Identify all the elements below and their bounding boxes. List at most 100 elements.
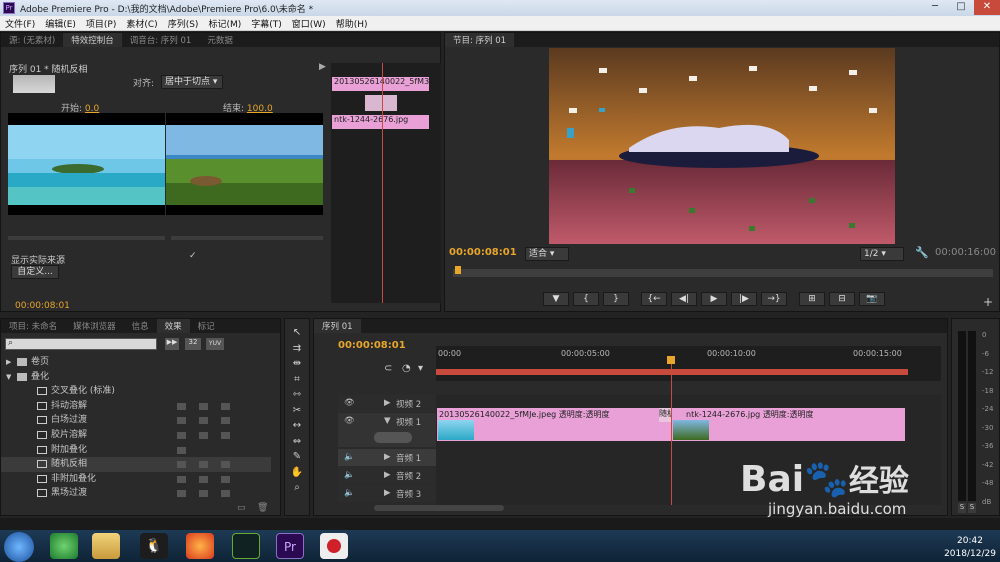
speaker-icon[interactable]: 🔈 xyxy=(344,470,355,480)
new-bin-icon[interactable]: ▭ xyxy=(237,503,246,513)
custom-button[interactable]: 自定义... xyxy=(11,265,59,279)
tab-source[interactable]: 源: (无素材) xyxy=(1,33,63,47)
camtasia-icon[interactable] xyxy=(232,533,260,559)
tab-info[interactable]: 信息 xyxy=(124,319,157,333)
tab-effect-controls[interactable]: 特效控制台 xyxy=(63,33,122,47)
timeline-playhead-line[interactable] xyxy=(671,359,672,505)
effects-item[interactable]: 非附加叠化 xyxy=(1,472,271,487)
rolling-edit-tool-icon[interactable]: ⌗ xyxy=(285,372,309,388)
menu-marker[interactable]: 标记(M) xyxy=(203,16,246,30)
tab-effects[interactable]: 效果 xyxy=(156,319,190,333)
effects-item[interactable]: 交叉叠化 (标准) xyxy=(1,384,271,399)
mini-playhead[interactable] xyxy=(382,63,383,303)
add-marker-icon[interactable]: ▾ xyxy=(418,363,423,374)
pen-tool-icon[interactable]: ✎ xyxy=(285,449,309,465)
effects-item[interactable]: 胶片溶解 xyxy=(1,428,271,443)
track-audio-1[interactable]: 🔈 ▶ 音频 1 xyxy=(338,449,436,466)
zoom-tool-icon[interactable]: ⌕ xyxy=(285,480,309,496)
tab-media-browser[interactable]: 媒体浏览器 xyxy=(65,319,124,333)
tab-project[interactable]: 项目: 未命名 xyxy=(1,319,65,333)
mini-transition[interactable] xyxy=(365,95,397,111)
maximize-button[interactable]: □ xyxy=(948,0,974,15)
close-button[interactable]: ✕ xyxy=(974,0,1000,15)
step-back-button[interactable]: ◀| xyxy=(671,292,697,306)
track-audio-3[interactable]: 🔈 ▶ 音频 3 xyxy=(338,485,436,502)
clip-b[interactable]: ntk-1244-2676.jpg 透明度:透明度 xyxy=(672,408,905,441)
collapse-arrow-icon[interactable]: ▼ xyxy=(6,370,11,385)
export-frame-button[interactable]: 📷 xyxy=(859,292,885,306)
qq-icon[interactable]: 🐧 xyxy=(140,533,168,559)
delete-icon[interactable]: 🗑 xyxy=(257,503,268,513)
solo-right-button[interactable]: S xyxy=(968,503,976,513)
yuv-effects-icon[interactable]: YUV xyxy=(206,338,224,350)
effects-item[interactable]: 随机反相 xyxy=(1,457,271,472)
accelerated-effects-icon[interactable]: ▶▶ xyxy=(165,338,179,350)
quality-dropdown[interactable]: 1/2 ▾ xyxy=(860,247,904,261)
tab-metadata[interactable]: 元数据 xyxy=(199,33,241,47)
32bit-effects-icon[interactable]: 32 xyxy=(185,338,201,350)
premiere-taskbar-icon[interactable]: Pr xyxy=(276,533,304,559)
menu-file[interactable]: 文件(F) xyxy=(0,16,40,30)
rate-stretch-tool-icon[interactable]: ⇿ xyxy=(285,387,309,403)
eye-icon[interactable]: 👁 xyxy=(344,416,355,426)
slide-tool-icon[interactable]: ⇔ xyxy=(285,434,309,450)
expand-arrow-icon[interactable]: ▶ xyxy=(6,355,11,370)
collapse-arrow-icon[interactable]: ▶ xyxy=(319,62,326,72)
tab-sequence[interactable]: 序列 01 xyxy=(314,319,361,333)
tab-program[interactable]: 节目: 序列 01 xyxy=(445,33,515,47)
effects-item[interactable]: 附加叠化 xyxy=(1,443,271,458)
go-to-out-button[interactable]: →} xyxy=(761,292,787,306)
clock-date[interactable]: 2018/12/29 xyxy=(944,549,996,559)
keyframe-icon[interactable]: ◔ xyxy=(402,363,411,374)
explorer-icon[interactable] xyxy=(92,533,120,559)
mini-clip-b[interactable]: ntk-1244-2676.jpg xyxy=(332,115,429,129)
program-playhead[interactable] xyxy=(455,266,461,274)
end-slider[interactable] xyxy=(171,236,323,240)
lift-button[interactable]: ⊞ xyxy=(799,292,825,306)
effects-item[interactable]: 抖动溶解 xyxy=(1,399,271,414)
expand-arrow-icon[interactable]: ▶ xyxy=(384,470,391,480)
clock-time[interactable]: 20:42 xyxy=(944,536,996,546)
timeline-playhead[interactable] xyxy=(667,356,675,364)
track-video-1[interactable]: 👁 ▼ 视频 1 xyxy=(338,413,436,447)
effects-item[interactable]: 黑场过渡 xyxy=(1,486,271,501)
razor-tool-icon[interactable]: ✂ xyxy=(285,403,309,419)
work-area-bar[interactable] xyxy=(436,369,908,375)
menu-window[interactable]: 窗口(W) xyxy=(287,16,331,30)
clip-a[interactable]: 20130526140022_5fMJe.jpeg 透明度:透明度 xyxy=(437,408,671,441)
wrench-icon[interactable]: 🔧 xyxy=(915,246,929,259)
recorder-icon[interactable] xyxy=(320,533,348,559)
effect-controls-timecode[interactable]: 00:00:08:01 xyxy=(15,301,70,311)
expand-arrow-icon[interactable]: ▶ xyxy=(384,452,391,462)
firefox-icon[interactable] xyxy=(186,533,214,559)
track-audio-2[interactable]: 🔈 ▶ 音频 2 xyxy=(338,467,436,484)
effects-item[interactable]: 白场过渡 xyxy=(1,413,271,428)
eye-icon[interactable]: 👁 xyxy=(344,398,355,408)
speaker-icon[interactable]: 🔈 xyxy=(344,452,355,462)
step-forward-button[interactable]: |▶ xyxy=(731,292,757,306)
program-timecode[interactable]: 00:00:08:01 xyxy=(449,247,517,258)
add-marker-button[interactable]: ▼ xyxy=(543,292,569,306)
menu-edit[interactable]: 编辑(E) xyxy=(40,16,81,30)
program-scrubber[interactable] xyxy=(453,269,993,277)
go-to-in-button[interactable]: {← xyxy=(641,292,667,306)
timeline-timecode[interactable]: 00:00:08:01 xyxy=(338,340,406,351)
add-button-icon[interactable]: + xyxy=(983,295,993,309)
mark-in-button[interactable]: { xyxy=(573,292,599,306)
start-button-icon[interactable] xyxy=(4,532,34,562)
minimize-button[interactable]: ─ xyxy=(922,0,948,15)
extract-button[interactable]: ⊟ xyxy=(829,292,855,306)
keyframe-nav[interactable] xyxy=(374,432,412,443)
timeline-zoom-scrollbar[interactable] xyxy=(374,505,504,511)
tab-markers[interactable]: 标记 xyxy=(190,319,223,333)
slip-tool-icon[interactable]: ↔ xyxy=(285,418,309,434)
menu-help[interactable]: 帮助(H) xyxy=(331,16,373,30)
collapse-arrow-icon[interactable]: ▼ xyxy=(384,416,391,426)
start-slider[interactable] xyxy=(8,236,165,240)
align-dropdown[interactable]: 居中于切点 ▾ xyxy=(161,75,223,89)
app-360-icon[interactable] xyxy=(50,533,78,559)
tab-audio-mixer[interactable]: 调音台: 序列 01 xyxy=(122,33,200,47)
expand-arrow-icon[interactable]: ▶ xyxy=(384,398,391,408)
mini-clip-a[interactable]: 20130526140022_5fM3e.jpeg xyxy=(332,77,429,91)
menu-sequence[interactable]: 序列(S) xyxy=(163,16,204,30)
